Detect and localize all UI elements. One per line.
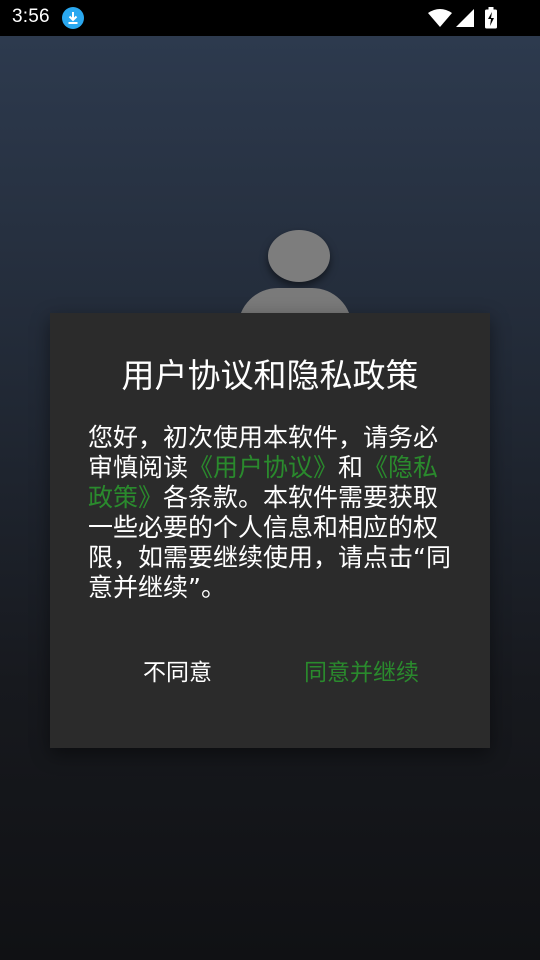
wifi-icon — [427, 8, 453, 32]
message-text-2: 和 — [338, 453, 364, 482]
disagree-button[interactable]: 不同意 — [143, 653, 212, 693]
agree-continue-button[interactable]: 同意并继续 — [304, 653, 419, 693]
privacy-dialog: 用户协议和隐私政策 您好，初次使用本软件，请务必审慎阅读《用户协议》和《隐私政策… — [50, 313, 490, 748]
user-agreement-link[interactable]: 《用户协议》 — [188, 453, 338, 482]
dialog-title: 用户协议和隐私政策 — [121, 356, 419, 395]
user-avatar-icon — [268, 230, 330, 282]
dialog-message: 您好，初次使用本软件，请务必审慎阅读《用户协议》和《隐私政策》各条款。本软件需要… — [88, 423, 458, 603]
status-bar: 3:56 — [0, 0, 540, 36]
signal-icon — [455, 8, 475, 32]
download-icon — [62, 7, 84, 29]
battery-icon — [484, 7, 498, 33]
status-time: 3:56 — [12, 6, 50, 27]
